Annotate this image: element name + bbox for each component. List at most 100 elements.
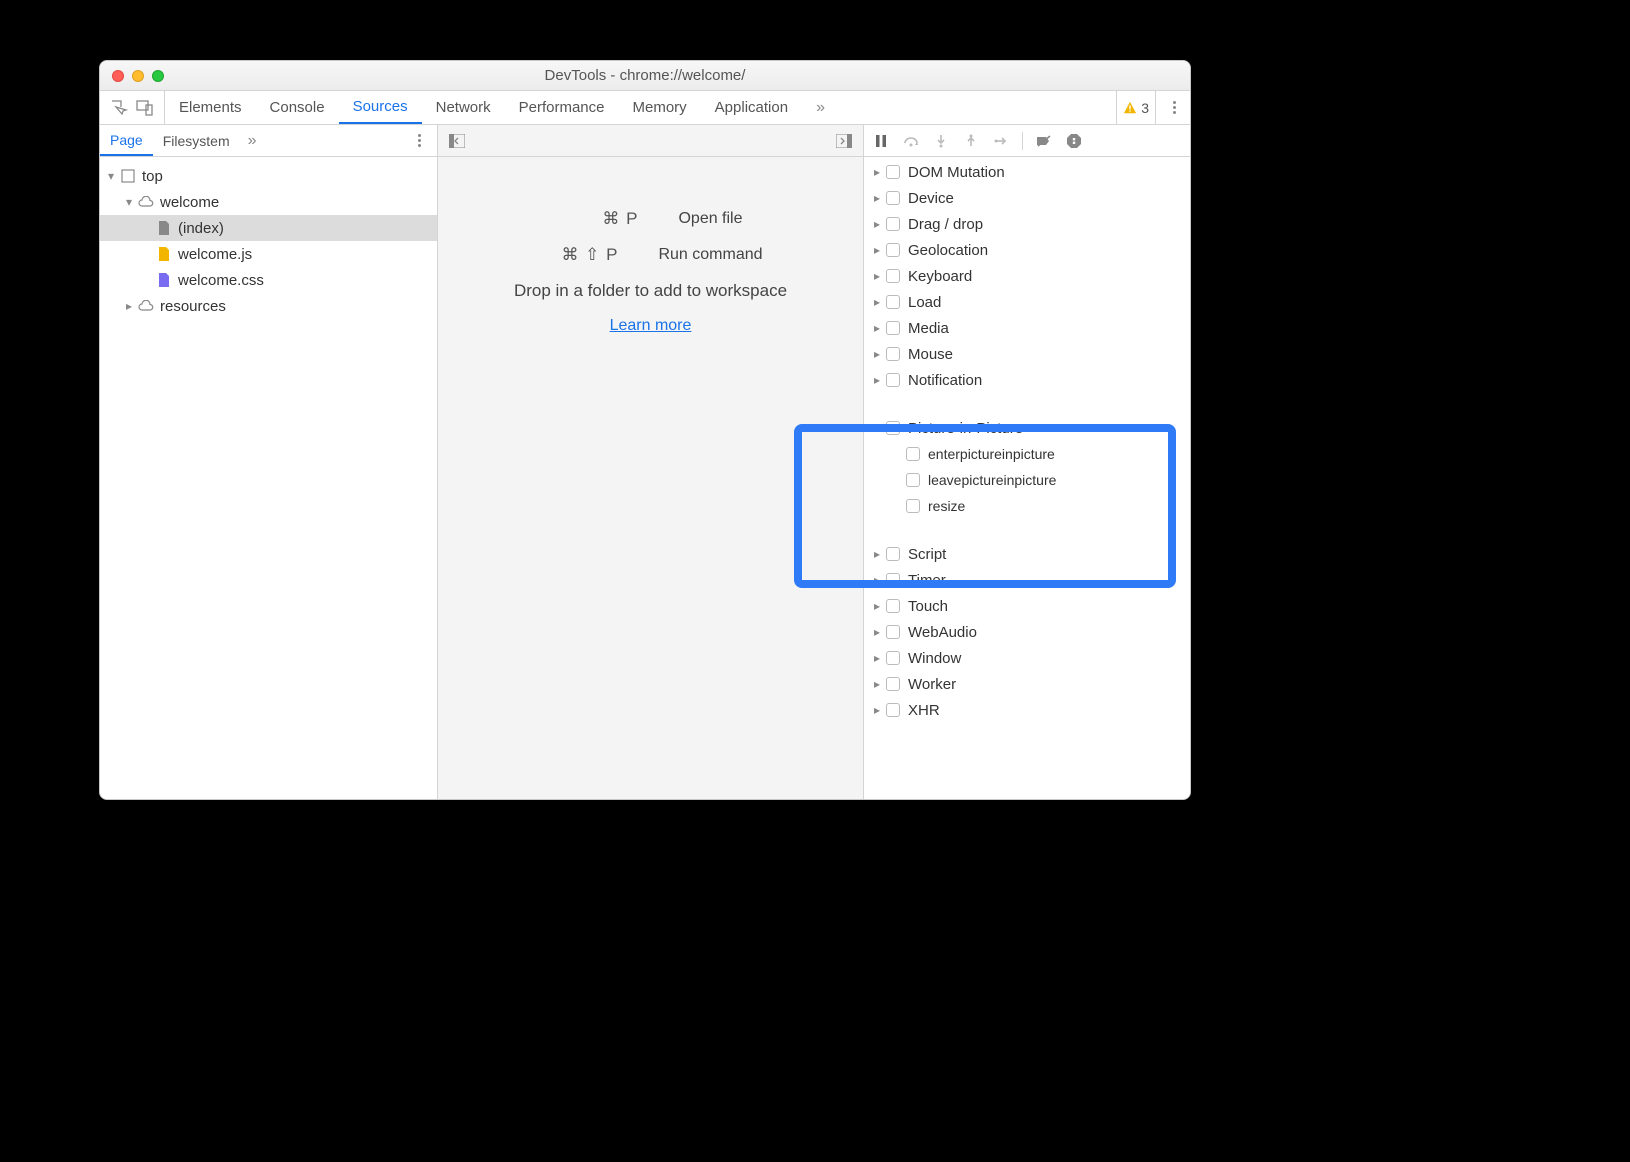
tree-welcomecss[interactable]: welcome.css — [100, 267, 437, 293]
sidebar-tabs-menu[interactable] — [401, 125, 437, 156]
bp-category[interactable]: WebAudio — [864, 619, 1190, 645]
tab-sources[interactable]: Sources — [339, 91, 422, 124]
bp-category[interactable]: Load — [864, 289, 1190, 315]
checkbox[interactable] — [886, 165, 900, 179]
checkbox[interactable] — [906, 447, 920, 461]
step-into-icon[interactable] — [932, 132, 950, 150]
pause-icon[interactable] — [872, 132, 890, 150]
bp-category[interactable]: Geolocation — [864, 237, 1190, 263]
bp-pip-children: enterpictureinpicture leavepictureinpict… — [864, 441, 1190, 519]
css-file-icon — [156, 272, 172, 288]
disclosure-right-icon — [872, 297, 882, 307]
tab-memory[interactable]: Memory — [619, 91, 701, 124]
bp-category[interactable]: Keyboard — [864, 263, 1190, 289]
disclosure-right-icon — [872, 575, 882, 585]
deactivate-breakpoints-icon[interactable] — [1035, 132, 1053, 150]
bp-category[interactable]: Timer — [864, 567, 1190, 593]
disclosure-right-icon — [872, 219, 882, 229]
step-out-icon[interactable] — [962, 132, 980, 150]
tree-welcome-label: welcome — [160, 194, 219, 211]
tree-welcomejs-label: welcome.js — [178, 246, 252, 263]
open-file-label: Open file — [678, 210, 742, 228]
checkbox[interactable] — [886, 295, 900, 309]
warnings-badge[interactable]: 3 — [1116, 91, 1156, 124]
tab-console[interactable]: Console — [256, 91, 339, 124]
tabs-overflow[interactable]: » — [802, 91, 839, 124]
settings-menu-icon[interactable] — [1166, 100, 1182, 116]
disclosure-down-icon — [106, 171, 116, 181]
disclosure-right-icon — [872, 349, 882, 359]
tree-welcomejs[interactable]: welcome.js — [100, 241, 437, 267]
bp-child-label: enterpictureinpicture — [928, 446, 1055, 462]
tree-top-label: top — [142, 168, 163, 185]
learn-more-link[interactable]: Learn more — [610, 317, 692, 335]
checkbox[interactable] — [886, 625, 900, 639]
checkbox[interactable] — [886, 677, 900, 691]
bp-category[interactable]: Media — [864, 315, 1190, 341]
show-debugger-icon[interactable] — [835, 132, 853, 150]
checkbox[interactable] — [886, 599, 900, 613]
checkbox[interactable] — [906, 499, 920, 513]
bp-category[interactable]: XHR — [864, 697, 1190, 723]
bp-category[interactable]: Drag / drop — [864, 211, 1190, 237]
pause-on-exceptions-icon[interactable] — [1065, 132, 1083, 150]
checkbox[interactable] — [886, 191, 900, 205]
sidebar-tab-filesystem[interactable]: Filesystem — [153, 125, 240, 156]
checkbox[interactable] — [886, 651, 900, 665]
checkbox[interactable] — [886, 703, 900, 717]
step-icon[interactable] — [992, 132, 1010, 150]
bp-category[interactable]: Device — [864, 185, 1190, 211]
show-navigator-icon[interactable] — [448, 132, 466, 150]
tab-network[interactable]: Network — [422, 91, 505, 124]
document-icon — [156, 220, 172, 236]
main-tabs: Elements Console Sources Network Perform… — [165, 91, 1108, 124]
checkbox[interactable] — [886, 321, 900, 335]
checkbox[interactable] — [886, 243, 900, 257]
bp-category[interactable]: Window — [864, 645, 1190, 671]
checkbox[interactable] — [886, 269, 900, 283]
open-file-shortcut: ⌘ P — [558, 209, 638, 229]
bp-category[interactable]: Worker — [864, 671, 1190, 697]
bp-category[interactable]: DOM Mutation — [864, 159, 1190, 185]
bp-category[interactable]: Touch — [864, 593, 1190, 619]
tree-welcome[interactable]: welcome — [100, 189, 437, 215]
bp-child[interactable]: enterpictureinpicture — [906, 441, 1190, 467]
tab-performance[interactable]: Performance — [505, 91, 619, 124]
device-toggle-icon[interactable] — [136, 99, 154, 117]
bp-child-label: leavepictureinpicture — [928, 472, 1056, 488]
bp-category[interactable]: Script — [864, 541, 1190, 567]
bp-category[interactable]: Notification — [864, 367, 1190, 393]
bp-label: Geolocation — [908, 242, 988, 259]
checkbox[interactable] — [906, 473, 920, 487]
checkbox[interactable] — [886, 421, 900, 435]
bp-label: Notification — [908, 372, 982, 389]
bp-label: WebAudio — [908, 624, 977, 641]
checkbox[interactable] — [886, 373, 900, 387]
tab-application[interactable]: Application — [701, 91, 802, 124]
js-file-icon — [156, 246, 172, 262]
checkbox[interactable] — [886, 217, 900, 231]
tree-index[interactable]: (index) — [100, 215, 437, 241]
disclosure-right-icon — [872, 193, 882, 203]
warnings-count: 3 — [1141, 100, 1149, 116]
bp-picture-in-picture[interactable]: Picture-in-Picture — [864, 415, 1190, 441]
tab-elements[interactable]: Elements — [165, 91, 256, 124]
bp-child[interactable]: leavepictureinpicture — [906, 467, 1190, 493]
sidebar-tab-page[interactable]: Page — [100, 125, 153, 156]
tree-top[interactable]: top — [100, 163, 437, 189]
disclosure-right-icon — [872, 627, 882, 637]
checkbox[interactable] — [886, 573, 900, 587]
editor-toolbar — [438, 125, 863, 157]
bp-label: Window — [908, 650, 961, 667]
step-over-icon[interactable] — [902, 132, 920, 150]
checkbox[interactable] — [886, 547, 900, 561]
bp-label: Drag / drop — [908, 216, 983, 233]
tree-resources[interactable]: resources — [100, 293, 437, 319]
checkbox[interactable] — [886, 347, 900, 361]
bp-label: Device — [908, 190, 954, 207]
bp-child[interactable]: resize — [906, 493, 1190, 519]
disclosure-right-icon — [872, 653, 882, 663]
bp-category[interactable]: Mouse — [864, 341, 1190, 367]
inspect-element-icon[interactable] — [110, 99, 128, 117]
sidebar-tabs-overflow[interactable]: » — [240, 125, 265, 156]
